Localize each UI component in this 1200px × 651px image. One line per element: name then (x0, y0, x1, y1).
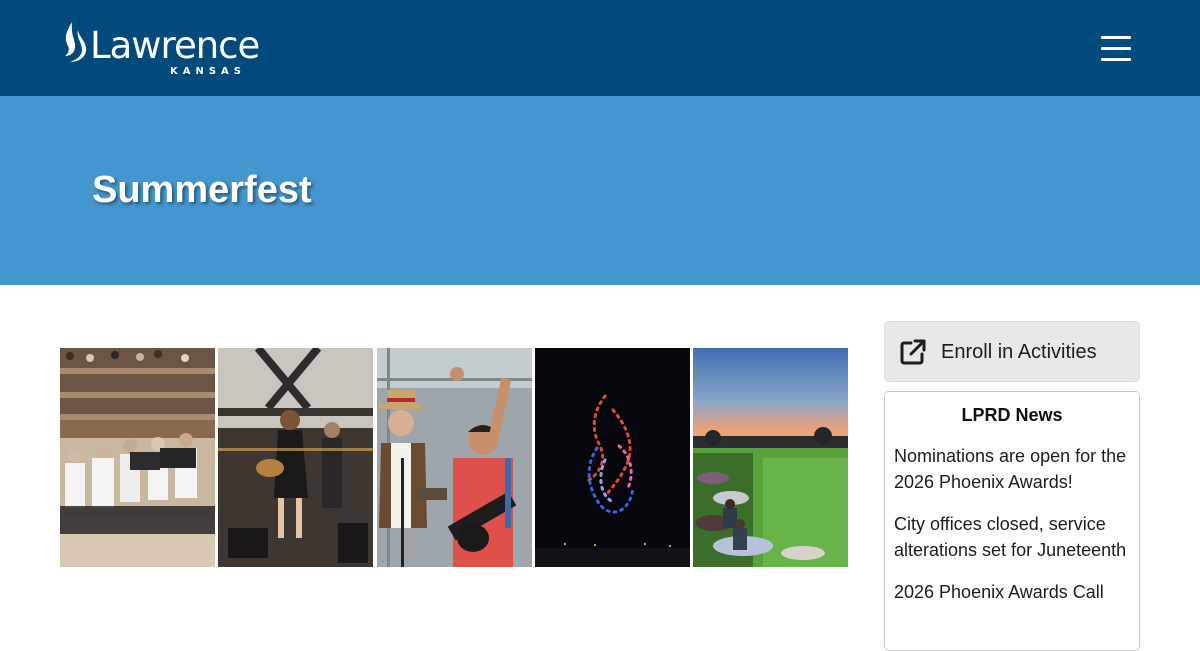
site-header: Lawrence KANSAS (0, 0, 1200, 96)
menu-bar (1101, 58, 1131, 61)
photo-gallery (60, 348, 848, 567)
external-link-icon (900, 339, 926, 365)
enroll-in-activities-button[interactable]: Enroll in Activities (884, 321, 1140, 382)
gallery-photo-singer[interactable] (218, 348, 373, 567)
gallery-photo-lawn-crowd[interactable] (693, 348, 848, 567)
news-panel-title: LPRD News (961, 405, 1063, 425)
hero-banner: Summerfest (0, 96, 1200, 285)
news-item[interactable]: Nominations are open for the 2026 Phoeni… (894, 444, 1134, 495)
hamburger-menu-icon[interactable] (1096, 28, 1136, 68)
menu-bar (1101, 47, 1131, 50)
lawrence-logo[interactable]: Lawrence KANSAS (60, 20, 280, 78)
gallery-photo-band[interactable] (60, 348, 215, 567)
flame-logo-icon (65, 22, 87, 62)
enroll-label: Enroll in Activities (941, 341, 1097, 363)
news-list: Nominations are open for the 2026 Phoeni… (894, 444, 1134, 623)
gallery-photo-drone-show[interactable] (535, 348, 690, 567)
news-panel: LPRD News Nominations are open for the 2… (884, 391, 1140, 651)
news-item[interactable]: 2026 Phoenix Awards Call (894, 580, 1134, 606)
page-title: Summerfest (92, 169, 312, 211)
logo-subtext: KANSAS (170, 66, 247, 77)
logo-wordmark: Lawrence (90, 24, 260, 67)
news-item[interactable]: City offices closed, service alterations… (894, 512, 1134, 563)
gallery-photo-performers[interactable] (377, 348, 532, 567)
menu-bar (1101, 36, 1131, 39)
